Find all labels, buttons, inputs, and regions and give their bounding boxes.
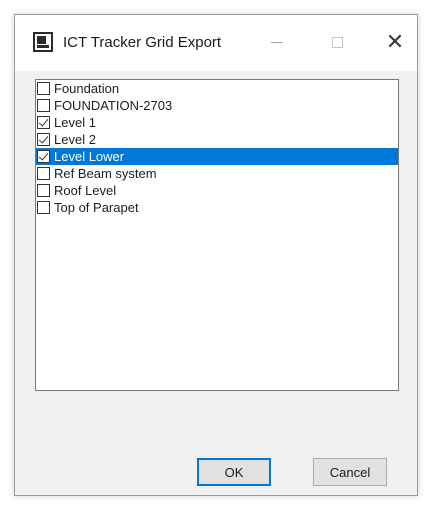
ok-button[interactable]: OK: [197, 458, 271, 486]
window-title: ICT Tracker Grid Export: [63, 34, 222, 51]
minimize-button[interactable]: [255, 25, 299, 59]
list-item-label: FOUNDATION-2703: [54, 98, 173, 113]
app-icon: [33, 32, 53, 52]
checkbox[interactable]: [37, 116, 50, 129]
maximize-button[interactable]: [315, 25, 359, 59]
title-bar: ICT Tracker Grid Export ✕: [15, 15, 417, 71]
list-item[interactable]: Roof Level: [36, 182, 398, 199]
list-item-label: Level Lower: [54, 149, 125, 164]
list-item[interactable]: Level 1: [36, 114, 398, 131]
list-item-label: Ref Beam system: [54, 166, 157, 181]
list-item-label: Top of Parapet: [54, 200, 139, 215]
close-button[interactable]: ✕: [373, 25, 417, 59]
list-item[interactable]: Foundation: [36, 80, 398, 97]
export-dialog: ICT Tracker Grid Export ✕ Foundation FOU…: [14, 14, 418, 496]
list-item[interactable]: Top of Parapet: [36, 199, 398, 216]
list-item[interactable]: Ref Beam system: [36, 165, 398, 182]
checkbox[interactable]: [37, 150, 50, 163]
cancel-button[interactable]: Cancel: [313, 458, 387, 486]
list-item-label: Roof Level: [54, 183, 117, 198]
list-item[interactable]: Level 2: [36, 131, 398, 148]
checkbox[interactable]: [37, 167, 50, 180]
minimize-icon: [271, 41, 283, 43]
checkbox[interactable]: [37, 184, 50, 197]
list-item-label: Level 1: [54, 115, 96, 130]
checkbox[interactable]: [37, 82, 50, 95]
list-item-label: Foundation: [54, 81, 120, 96]
list-item-label: Level 2: [54, 132, 96, 147]
list-item[interactable]: Level Lower: [36, 148, 398, 165]
checkbox[interactable]: [37, 99, 50, 112]
close-icon: ✕: [385, 29, 405, 54]
checkbox[interactable]: [37, 133, 50, 146]
list-item[interactable]: FOUNDATION-2703: [36, 97, 398, 114]
checkbox[interactable]: [37, 201, 50, 214]
maximize-icon: [331, 36, 343, 48]
level-checklist[interactable]: Foundation FOUNDATION-2703 Level 1 Level…: [35, 79, 399, 391]
